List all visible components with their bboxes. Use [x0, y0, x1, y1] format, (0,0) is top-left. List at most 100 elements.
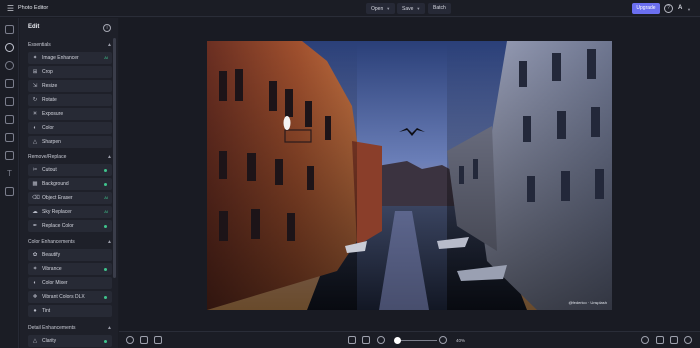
- tool-rotate[interactable]: ↻ Rotate: [28, 94, 112, 106]
- templates-icon[interactable]: [5, 151, 14, 160]
- undo-icon[interactable]: [656, 336, 664, 344]
- tool-label: Color Mixer: [42, 280, 68, 286]
- palette-icon: ❅: [32, 294, 38, 300]
- wand-icon: ✦: [32, 55, 38, 61]
- chevron-up-icon: ▲: [107, 42, 112, 48]
- brush-icon: ✒: [32, 223, 38, 229]
- tool-label: Resize: [42, 83, 58, 89]
- section-label: Remove/Replace: [28, 154, 67, 160]
- tool-exposure[interactable]: ☀ Exposure: [28, 108, 112, 120]
- menu-icon[interactable]: ☰: [6, 4, 15, 13]
- zoom-level[interactable]: 40%: [456, 335, 465, 346]
- tool-vibrant-colors-dlx[interactable]: ❅ Vibrant Colors DLX: [28, 291, 112, 303]
- tool-color-mixer[interactable]: ◐ Color Mixer: [28, 277, 112, 289]
- tool-tint[interactable]: ● Tint: [28, 305, 112, 317]
- tool-clarity[interactable]: △ Clarity: [28, 335, 112, 347]
- new-dot-badge: [104, 340, 107, 343]
- compare-icon[interactable]: [140, 336, 148, 344]
- section-color-enhancements[interactable]: Color Enhancements ▲: [28, 238, 112, 247]
- tool-sky-replacer[interactable]: ☁ Sky Replacer AI: [28, 206, 112, 218]
- tool-object-eraser[interactable]: ⌫ Object Eraser AI: [28, 192, 112, 204]
- section-detail-enhancements[interactable]: Detail Enhancements ▲: [28, 324, 112, 333]
- effects-icon[interactable]: [5, 61, 14, 70]
- save-button[interactable]: Save ▼: [397, 3, 426, 14]
- tool-cutout[interactable]: ✂ Cutout: [28, 164, 112, 176]
- graphics-icon[interactable]: [5, 133, 14, 142]
- tool-color[interactable]: ◐ Color: [28, 122, 112, 134]
- help-icon[interactable]: ?: [664, 4, 673, 13]
- tool-label: Replace Color: [42, 223, 74, 229]
- tool-label: Rotate: [42, 97, 57, 103]
- tool-crop[interactable]: ⊞ Crop: [28, 66, 112, 78]
- batch-label: Batch: [433, 5, 446, 11]
- background-icon: ▩: [32, 181, 38, 187]
- tool-beautify[interactable]: ✿ Beautify: [28, 249, 112, 261]
- photo-canvas[interactable]: @federico · Unsplash: [207, 41, 612, 310]
- history-icon[interactable]: [641, 336, 649, 344]
- open-label: Open: [371, 6, 384, 12]
- zoom-slider-handle[interactable]: [394, 337, 401, 344]
- tool-label: Crop: [42, 69, 53, 75]
- layers-toggle-icon[interactable]: [126, 336, 134, 344]
- frames-icon[interactable]: [5, 97, 14, 106]
- retouch-icon[interactable]: [5, 79, 14, 88]
- tool-resize[interactable]: ⇲ Resize: [28, 80, 112, 92]
- panel-title: Edit: [28, 24, 40, 30]
- section-essentials[interactable]: Essentials ▲: [28, 41, 112, 50]
- ai-badge: AI: [104, 195, 108, 200]
- tool-vibrance[interactable]: ✶ Vibrance: [28, 263, 112, 275]
- resize-icon: ⇲: [32, 83, 38, 89]
- ai-badge: AI: [104, 55, 108, 60]
- panel-header: Edit i: [20, 18, 118, 38]
- zoom-out-icon[interactable]: [377, 336, 385, 344]
- chevron-down-icon: ▼: [386, 6, 391, 11]
- chevron-up-icon: ▲: [107, 154, 112, 160]
- section-label: Color Enhancements: [28, 239, 75, 245]
- reset-icon[interactable]: [684, 336, 692, 344]
- tool-label: Vibrant Colors DLX: [42, 294, 85, 300]
- tool-image-enhancer[interactable]: ✦ Image Enhancer AI: [28, 52, 112, 64]
- tool-label: Color: [42, 125, 54, 131]
- redo-icon[interactable]: [670, 336, 678, 344]
- overlays-icon[interactable]: [5, 115, 14, 124]
- tool-label: Tint: [42, 308, 51, 314]
- upgrade-button[interactable]: Upgrade: [632, 3, 660, 14]
- tool-label: Sharpen: [42, 139, 61, 145]
- new-dot-badge: [104, 268, 107, 271]
- open-button[interactable]: Open ▼: [366, 3, 396, 14]
- section-label: Essentials: [28, 42, 51, 48]
- tool-label: Exposure: [42, 111, 64, 117]
- top-bar: ☰ Photo Editor Open ▼ Save ▼ Batch Upgrade…: [0, 0, 700, 17]
- zoom-in-icon[interactable]: [439, 336, 447, 344]
- clarity-icon: △: [32, 338, 38, 344]
- zoom-slider[interactable]: [395, 340, 437, 341]
- fit-screen-icon[interactable]: [348, 336, 356, 344]
- info-icon[interactable]: i: [103, 24, 111, 32]
- new-dot-badge: [104, 183, 107, 186]
- sticker-icon[interactable]: [5, 187, 14, 196]
- photo-credit: @federico · Unsplash: [568, 300, 607, 305]
- user-menu-button[interactable]: A: [678, 4, 682, 13]
- rotate-icon: ↻: [32, 97, 38, 103]
- chevron-up-icon: ▲: [107, 325, 112, 331]
- new-dot-badge: [104, 169, 107, 172]
- tool-background[interactable]: ▩ Background: [28, 178, 112, 190]
- mixer-icon: ◐: [33, 280, 37, 286]
- layers-icon[interactable]: [5, 25, 14, 34]
- exposure-icon: ☀: [32, 111, 38, 117]
- edit-tool-icon[interactable]: [5, 43, 14, 52]
- section-label: Detail Enhancements: [28, 325, 76, 331]
- ai-badge: AI: [104, 209, 108, 214]
- section-remove-replace[interactable]: Remove/Replace ▲: [28, 153, 112, 162]
- tool-label: Background: [42, 181, 69, 187]
- chevron-up-icon: ▲: [107, 239, 112, 245]
- batch-button[interactable]: Batch: [428, 3, 451, 14]
- tool-label: Vibrance: [42, 266, 62, 272]
- panel-scrollbar[interactable]: [113, 38, 116, 278]
- actual-size-icon[interactable]: [362, 336, 370, 344]
- grid-icon[interactable]: [154, 336, 162, 344]
- tool-replace-color[interactable]: ✒ Replace Color: [28, 220, 112, 232]
- tool-sharpen[interactable]: △ Sharpen: [28, 136, 112, 148]
- text-tool-icon[interactable]: T: [5, 169, 14, 178]
- crop-icon: ⊞: [32, 69, 38, 75]
